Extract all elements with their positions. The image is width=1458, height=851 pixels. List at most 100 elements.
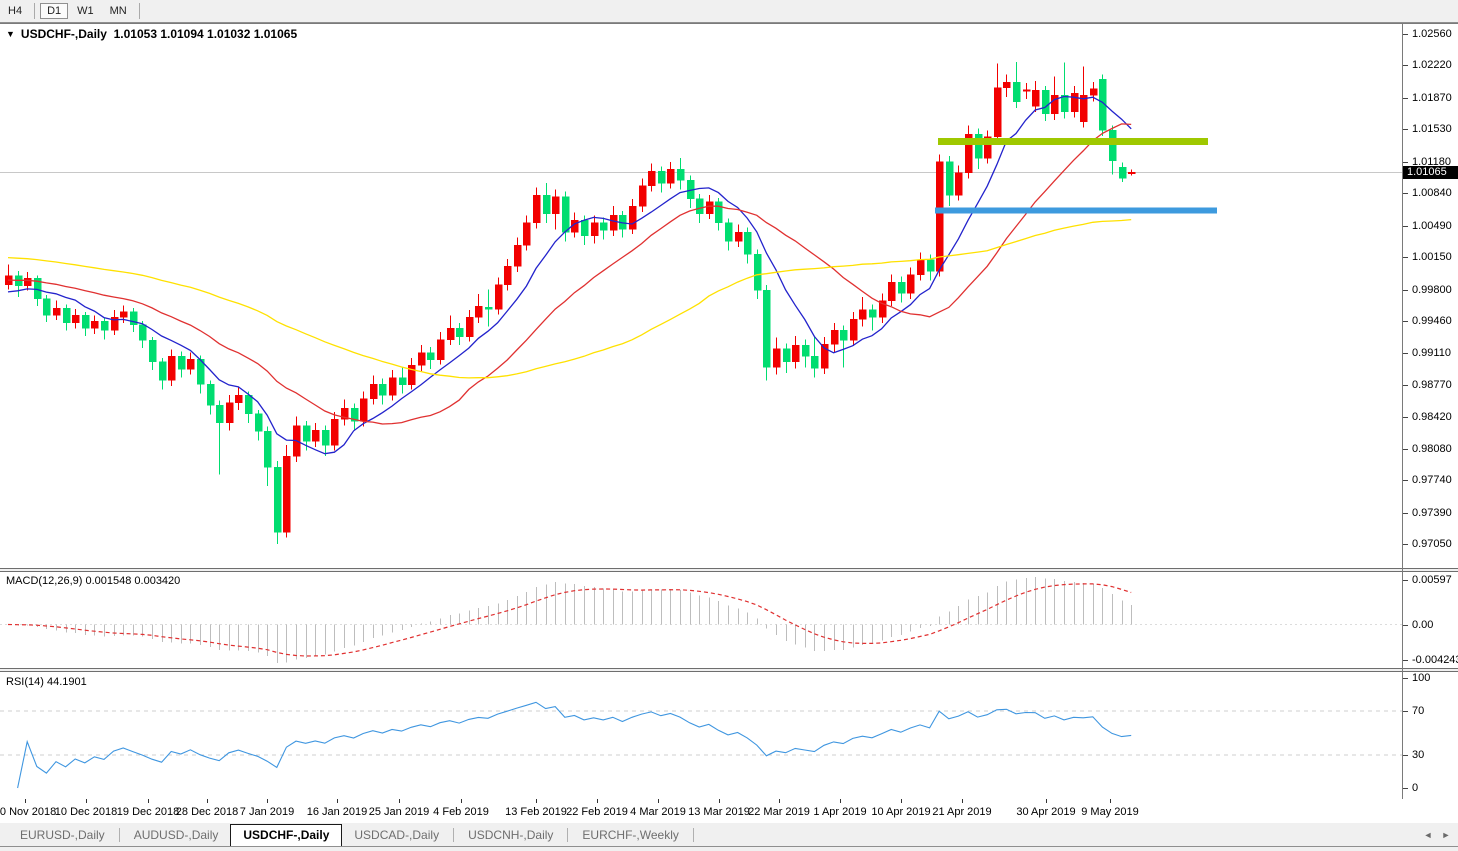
bull-candle (466, 317, 473, 336)
price-chart-pane[interactable] (0, 23, 1402, 568)
bear-candle (216, 405, 223, 423)
rsi-axis-tick (1403, 788, 1408, 789)
toolbar-separator (139, 3, 140, 19)
chart-tab-usdchf[interactable]: USDCHF-,Daily (230, 824, 342, 846)
bull-candle (706, 202, 713, 214)
chart-tab-usdcnh[interactable]: USDCNH-,Daily (456, 825, 565, 845)
bull-candle (1051, 95, 1058, 114)
price-axis-tick (1403, 449, 1408, 450)
bull-candle (936, 162, 943, 271)
chart-tab-usdcad[interactable]: USDCAD-,Daily (342, 825, 451, 845)
time-axis-tick (207, 799, 208, 803)
bull-candle (629, 206, 636, 229)
price-axis-label: 1.00150 (1412, 251, 1458, 263)
macd-axis-label: -0.004243 (1412, 654, 1458, 666)
rsi-axis-tick (1403, 711, 1408, 712)
bull-candle (831, 330, 838, 344)
bear-candle (274, 467, 281, 532)
price-axis-tick (1403, 417, 1408, 418)
bull-candle (331, 419, 338, 445)
bear-candle (264, 431, 271, 467)
tab-scroll-right-icon[interactable]: ► (1438, 828, 1454, 842)
time-axis-label: 22 Mar 2019 (748, 806, 810, 818)
chart-tab-eurchf[interactable]: EURCHF-,Weekly (570, 825, 690, 845)
support-line[interactable] (935, 207, 1217, 213)
bear-candle (677, 169, 684, 180)
time-axis[interactable]: 30 Nov 201810 Dec 201819 Dec 201828 Dec … (0, 799, 1458, 823)
price-axis-tick (1403, 513, 1408, 514)
macd-axis-tick (1403, 580, 1408, 581)
chart-tab-audusd[interactable]: AUDUSD-,Daily (122, 825, 231, 845)
tab-divider (693, 828, 694, 842)
bear-candle (715, 202, 722, 223)
time-axis-label: 4 Mar 2019 (630, 806, 686, 818)
bull-candle (475, 306, 482, 317)
bull-candle (533, 195, 540, 223)
price-axis-tick (1403, 65, 1408, 66)
bull-candle (283, 456, 290, 532)
tab-scroll-left-icon[interactable]: ◄ (1420, 828, 1436, 842)
bear-candle (1042, 90, 1049, 113)
price-axis-label: 1.01870 (1412, 92, 1458, 104)
bull-candle (120, 312, 127, 318)
bull-candle (1071, 93, 1078, 112)
bull-candle (667, 169, 674, 183)
timeframe-button-d1[interactable]: D1 (40, 3, 68, 19)
time-axis-label: 19 Dec 2018 (117, 806, 179, 818)
bear-candle (485, 307, 492, 309)
time-axis-label: 1 Apr 2019 (813, 806, 866, 818)
bear-candle (303, 426, 310, 442)
price-axis-label: 0.97050 (1412, 538, 1458, 550)
bear-candle (456, 328, 463, 336)
bear-candle (1013, 82, 1020, 101)
price-axis-label: 0.99460 (1412, 315, 1458, 327)
time-axis-tick (840, 799, 841, 803)
price-axis-label: 0.97390 (1412, 507, 1458, 519)
chart-tab-bar: EURUSD-,DailyAUDUSD-,DailyUSDCHF-,DailyU… (0, 823, 1458, 846)
timeframe-button-w1[interactable]: W1 (70, 3, 101, 19)
terminal-window: H4 D1W1MN ▼ USDCHF-,Daily 1.01053 1.01094 … (0, 0, 1458, 851)
bull-candle (552, 197, 559, 214)
time-axis-tick (719, 799, 720, 803)
bear-candle (245, 395, 252, 414)
time-axis-label: 13 Mar 2019 (688, 806, 750, 818)
bull-candle (495, 285, 502, 309)
rsi-indicator-pane[interactable] (0, 672, 1402, 798)
bear-candle (811, 356, 818, 368)
price-axis-tick (1403, 290, 1408, 291)
macd-axis-tick (1403, 625, 1408, 626)
bull-candle (514, 245, 521, 266)
timeframe-button-h4[interactable]: H4 (1, 3, 29, 19)
moving-average-45 (8, 220, 1131, 378)
time-axis-tick (1110, 799, 1111, 803)
bull-candle (1090, 89, 1097, 95)
chart-tab-eurusd[interactable]: EURUSD-,Daily (8, 825, 117, 845)
chart-ohlc-values: 1.01053 1.01094 1.01032 1.01065 (114, 27, 298, 41)
bull-candle (437, 340, 444, 360)
time-axis-label: 16 Jan 2019 (307, 806, 368, 818)
bull-candle (907, 275, 914, 294)
bull-candle (1003, 82, 1010, 88)
macd-axis-tick (1403, 660, 1408, 661)
bull-candle (917, 260, 924, 275)
price-axis-label: 1.02560 (1412, 28, 1458, 40)
bear-candle (43, 299, 50, 316)
macd-indicator-pane[interactable] (0, 572, 1402, 668)
bull-candle (859, 310, 866, 319)
moving-average-20 (8, 124, 1131, 424)
time-axis-label: 13 Feb 2019 (505, 806, 567, 818)
bull-candle (792, 345, 799, 362)
bull-candle (389, 378, 396, 396)
bear-candle (1119, 167, 1126, 178)
resistance-line[interactable] (938, 138, 1208, 145)
bear-candle (744, 232, 751, 254)
bear-candle (840, 330, 847, 340)
timeframe-button-mn[interactable]: MN (103, 3, 134, 19)
chart-dropdown-icon[interactable]: ▼ (6, 29, 15, 39)
bull-candle (591, 223, 598, 236)
bull-candle (370, 384, 377, 399)
time-axis-label: 10 Dec 2018 (55, 806, 117, 818)
price-axis-tick (1403, 162, 1408, 163)
time-axis-tick (779, 799, 780, 803)
bull-candle (53, 308, 60, 315)
